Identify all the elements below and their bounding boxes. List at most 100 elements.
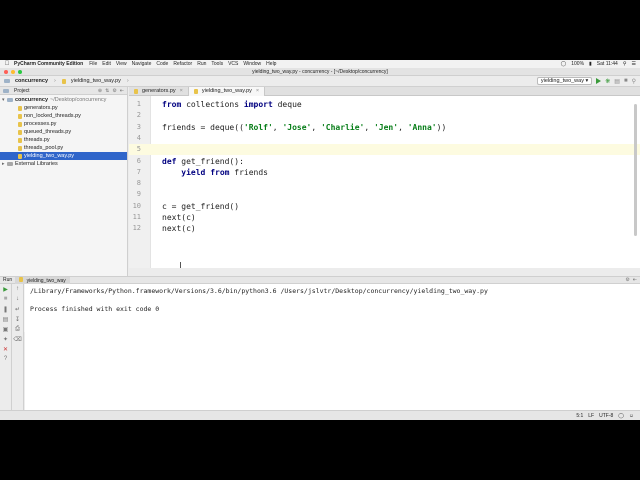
menu-refactor[interactable]: Refactor (173, 61, 192, 67)
tree-root[interactable]: ▾ concurrency ~/Desktop/concurrency (0, 96, 127, 104)
project-tree: ▾ concurrency ~/Desktop/concurrency gene… (0, 95, 127, 168)
apple-icon[interactable]:  (4, 61, 10, 67)
code-line[interactable]: 10 c = get_friend() (129, 201, 640, 212)
run-panel-label: Run (3, 277, 13, 283)
close-icon[interactable]: ✕ (0, 344, 11, 354)
menu-file[interactable]: File (89, 61, 97, 67)
code-line[interactable]: 5 (129, 144, 640, 156)
code-line[interactable]: 11 next(c) (129, 212, 640, 223)
run-tab[interactable]: yielding_two_way (15, 276, 70, 284)
battery-icon[interactable]: ▮ (589, 61, 592, 67)
gear-icon[interactable]: ⚙ (112, 88, 116, 94)
wifi-icon[interactable]: ◯ (561, 61, 567, 67)
tree-file[interactable]: generators.py (0, 104, 127, 112)
code-token: yield (181, 167, 206, 177)
menu-edit[interactable]: Edit (102, 61, 111, 67)
code-line[interactable]: 7 yield from friends (129, 167, 640, 178)
print-icon[interactable]: ⎙ (12, 324, 23, 334)
tree-file-label: yielding_two_way.py (24, 153, 75, 159)
breadcrumb-file[interactable]: yielding_two_way.py (71, 78, 121, 84)
line-number: 4 (136, 133, 141, 142)
lock-icon[interactable]: ◯ (618, 413, 624, 419)
code-editor[interactable]: 1 from collections import deque 2 3 friends … (129, 96, 640, 268)
sync-icon[interactable]: ⊕ (98, 88, 102, 94)
restore-layout-icon[interactable]: ▣ (0, 324, 11, 334)
menu-run[interactable]: Run (197, 61, 206, 67)
tree-file[interactable]: non_locked_threads.py (0, 112, 127, 120)
code-line[interactable]: 1 from collections import deque (129, 99, 640, 110)
caret-position[interactable]: 5:1 (576, 413, 583, 419)
rerun-icon[interactable]: ▶ (0, 284, 11, 294)
code-line[interactable]: 12 next(c) (129, 223, 640, 234)
soft-wrap-icon[interactable]: ↵ (12, 304, 23, 314)
pin-icon[interactable]: ✦ (0, 334, 11, 344)
stop-icon[interactable]: ■ (624, 78, 628, 84)
close-window-button[interactable] (4, 70, 8, 74)
menu-code[interactable]: Code (156, 61, 168, 67)
close-icon[interactable]: × (256, 87, 259, 96)
code-line[interactable]: 2 (129, 110, 640, 121)
tree-file[interactable]: threads.py (0, 136, 127, 144)
menu-help[interactable]: Help (266, 61, 276, 67)
tree-file[interactable]: queued_threads.py (0, 128, 127, 136)
minimize-window-button[interactable] (11, 70, 15, 74)
menu-tools[interactable]: Tools (211, 61, 223, 67)
coverage-icon[interactable]: ▤ (614, 78, 620, 85)
editor-scrollbar[interactable] (634, 104, 637, 236)
clock[interactable]: Sat 11:44 (597, 61, 618, 67)
menu-bar:  PyCharm Community Edition File Edit Vi… (0, 60, 640, 68)
code-token: , (311, 122, 321, 132)
hide-icon[interactable]: ⇤ (120, 88, 124, 94)
menu-window[interactable]: Window (243, 61, 261, 67)
tree-file-label: generators.py (24, 105, 58, 111)
tab-yielding-two-way[interactable]: yielding_two_way.py × (188, 87, 266, 96)
console-output[interactable]: /Library/Frameworks/Python.framework/Ver… (25, 284, 640, 414)
python-file-icon (18, 113, 22, 119)
tree-file[interactable]: processes.py (0, 120, 127, 128)
line-separator[interactable]: LF (588, 413, 594, 419)
menu-view[interactable]: View (116, 61, 127, 67)
hide-icon[interactable]: ⇤ (633, 277, 637, 283)
line-number: 6 (136, 156, 141, 165)
gear-icon[interactable]: ⚙ (625, 277, 629, 283)
code-line[interactable]: 9 (129, 189, 640, 200)
code-line[interactable]: 4 (129, 133, 640, 144)
close-icon[interactable]: × (180, 87, 183, 96)
dump-threads-icon[interactable]: ▤ (0, 314, 11, 324)
scroll-to-end-icon[interactable]: ↧ (12, 314, 23, 324)
stop-icon[interactable]: ■ (0, 294, 11, 304)
menu-navigate[interactable]: Navigate (132, 61, 152, 67)
project-panel-title[interactable]: Project (14, 88, 30, 94)
tree-external-libraries[interactable]: ▸ External Libraries (0, 160, 127, 168)
code-line[interactable]: 6 def get_friend(): (129, 156, 640, 167)
line-number: 9 (136, 190, 141, 199)
tab-generators[interactable]: generators.py × (129, 87, 189, 96)
breadcrumb-project[interactable]: concurrency (15, 78, 48, 84)
notification-icon[interactable]: ☰ (632, 61, 636, 67)
inspector-icon[interactable]: ☺ (629, 413, 634, 419)
help-icon[interactable]: ? (0, 354, 11, 364)
collapse-icon[interactable]: ⇅ (105, 88, 109, 94)
up-arrow-icon[interactable]: ↑ (12, 284, 23, 294)
file-encoding[interactable]: UTF-8 (599, 413, 613, 419)
console-line: /Library/Frameworks/Python.framework/Ver… (30, 287, 488, 295)
tab-label: yielding_two_way.py (201, 88, 252, 94)
trash-icon[interactable]: ⌫ (12, 334, 23, 344)
menu-vcs[interactable]: VCS (228, 61, 238, 67)
debug-icon[interactable]: ❋ (605, 78, 610, 85)
pause-icon[interactable]: ❚ (0, 304, 11, 314)
tree-file[interactable]: threads_pool.py (0, 144, 127, 152)
search-everywhere-icon[interactable]: ⚲ (632, 78, 636, 85)
run-config-select[interactable]: yielding_two_way ▾ (536, 77, 593, 85)
run-icon[interactable] (596, 78, 602, 84)
down-arrow-icon[interactable]: ↓ (12, 294, 23, 304)
tree-file-selected[interactable]: yielding_two_way.py (0, 152, 127, 160)
window-title: yielding_two_way.py - concurrency - [~/D… (252, 69, 388, 75)
code-line[interactable]: 8 (129, 178, 640, 189)
app-menu[interactable]: PyCharm Community Edition (14, 61, 83, 67)
zoom-window-button[interactable] (18, 70, 22, 74)
python-file-icon (18, 137, 22, 143)
search-icon[interactable]: ⚲ (623, 61, 627, 67)
code-line[interactable]: 3 friends = deque(('Rolf', 'Jose', 'Charl… (129, 122, 640, 133)
battery-label[interactable]: 100% (571, 61, 584, 67)
